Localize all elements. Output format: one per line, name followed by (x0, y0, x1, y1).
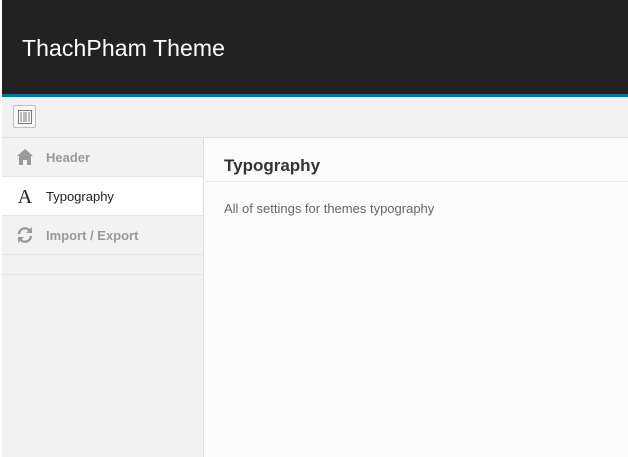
refresh-icon (17, 227, 33, 243)
home-icon (17, 149, 33, 165)
app-header: ThachPham Theme (2, 0, 628, 97)
app-frame: ThachPham Theme Header A Typography Impo… (2, 0, 628, 457)
divider (205, 181, 628, 182)
sidebar-item-label: Typography (46, 189, 114, 204)
section-description: All of settings for themes typography (224, 201, 435, 216)
section-title: Typography (224, 156, 321, 175)
layout-toggle-icon (18, 110, 32, 124)
sidebar-item-header[interactable]: Header (2, 138, 203, 177)
svg-text:A: A (18, 186, 33, 206)
layout-toggle-button[interactable] (13, 105, 36, 128)
sidebar-item-typography[interactable]: A Typography (2, 177, 203, 216)
sidebar-item-import-export[interactable]: Import / Export (2, 216, 203, 255)
sidebar-item-label: Header (46, 150, 91, 165)
sidebar-nav: Header A Typography Import / Export (2, 138, 204, 457)
sidebar-item-label: Import / Export (46, 228, 139, 243)
page-title: ThachPham Theme (22, 35, 226, 61)
sidebar-spacer (2, 255, 203, 275)
toolbar (2, 97, 628, 138)
typography-icon: A (18, 186, 33, 206)
main-content: Typography All of settings for themes ty… (205, 138, 628, 457)
